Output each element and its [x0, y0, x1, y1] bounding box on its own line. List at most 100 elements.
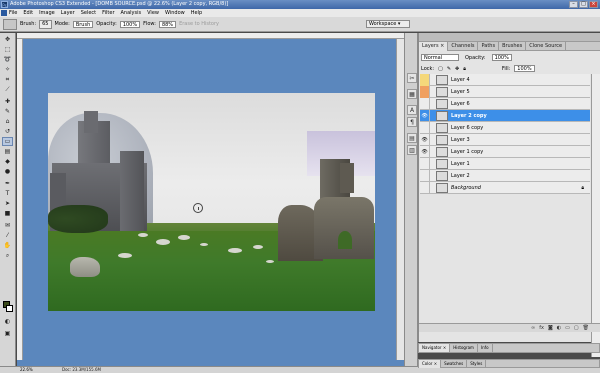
notes-tool-icon[interactable]: ✉: [2, 221, 13, 230]
workspace-button[interactable]: Workspace ▾: [366, 20, 410, 28]
clone-stamp-tool-icon[interactable]: ⌂: [2, 117, 13, 126]
history-brush-tool-icon[interactable]: ↺: [2, 127, 13, 136]
minimize-button[interactable]: –: [569, 1, 578, 8]
blend-mode-select[interactable]: Normal: [421, 54, 459, 61]
visibility-eye-icon[interactable]: 👁︎: [420, 133, 430, 146]
mode-select[interactable]: Brush: [72, 20, 94, 28]
layer-style-icon[interactable]: fx: [539, 325, 544, 331]
visibility-eye-icon[interactable]: 👁︎: [420, 109, 430, 122]
layer-row[interactable]: Layer 6 copy: [420, 121, 590, 134]
pen-tool-icon[interactable]: ✒: [2, 179, 13, 188]
link-layers-icon[interactable]: ∞: [531, 325, 535, 331]
move-tool-icon[interactable]: ✥: [2, 35, 13, 44]
visibility-eye-icon[interactable]: 👁︎: [420, 145, 430, 158]
magic-wand-tool-icon[interactable]: ✧: [2, 65, 13, 74]
layer-row[interactable]: Layer 5: [420, 85, 590, 98]
fill-field[interactable]: 100%: [514, 65, 535, 72]
tab-channels[interactable]: Channels: [448, 42, 479, 51]
lasso-tool-icon[interactable]: ➰: [2, 55, 13, 64]
visibility-eye-icon[interactable]: [420, 85, 430, 98]
lock-transparency-icon[interactable]: ▢: [438, 66, 443, 72]
layer-row[interactable]: Layer 4: [420, 73, 590, 86]
eraser-tool-icon[interactable]: ▭: [2, 137, 13, 146]
zoom-tool-icon[interactable]: ⌕: [2, 251, 13, 260]
canvas-image[interactable]: [48, 93, 375, 311]
type-tool-icon[interactable]: T: [2, 189, 13, 198]
dodge-tool-icon[interactable]: ●: [2, 167, 13, 176]
gradient-tool-icon[interactable]: ▤: [2, 147, 13, 156]
menu-image[interactable]: Image: [39, 10, 55, 16]
visibility-eye-icon[interactable]: [420, 169, 430, 182]
tab-brushes[interactable]: Brushes: [499, 42, 527, 51]
tab-styles[interactable]: Styles: [467, 360, 487, 368]
quick-mask-icon[interactable]: ◐: [2, 317, 13, 326]
tab-clone-source[interactable]: Clone Source: [526, 42, 567, 51]
opacity-field[interactable]: 100%: [119, 20, 141, 28]
menu-layer[interactable]: Layer: [61, 10, 75, 16]
maximize-button[interactable]: □: [579, 1, 588, 8]
menu-view[interactable]: View: [147, 10, 159, 16]
menu-select[interactable]: Select: [81, 10, 96, 16]
tab-swatches[interactable]: Swatches: [441, 360, 468, 368]
document-info[interactable]: Doc: 23.3M/155.6M: [62, 366, 122, 373]
path-selection-tool-icon[interactable]: ➤: [2, 199, 13, 208]
menu-filter[interactable]: Filter: [102, 10, 114, 16]
delete-layer-icon[interactable]: 🗑︎: [583, 325, 589, 331]
visibility-eye-icon[interactable]: [420, 73, 430, 86]
layer-row[interactable]: Layer 6: [420, 97, 590, 110]
slice-tool-icon[interactable]: ⟋: [2, 85, 13, 94]
layer-row[interactable]: 👁︎ Layer 1 copy: [420, 145, 590, 158]
menu-edit[interactable]: Edit: [23, 10, 33, 16]
new-group-icon[interactable]: ▭: [565, 325, 570, 331]
history-icon[interactable]: ▦: [407, 89, 417, 99]
zoom-level[interactable]: 22.6%: [20, 366, 33, 373]
layer-row[interactable]: Background 🔒︎: [420, 181, 590, 194]
lock-pixels-icon[interactable]: ✎: [447, 66, 451, 72]
paragraph-icon[interactable]: ¶: [407, 117, 417, 127]
screen-mode-icon[interactable]: ▣: [2, 329, 13, 338]
layer-row[interactable]: Layer 1: [420, 157, 590, 170]
character-icon[interactable]: A: [407, 105, 417, 115]
adjustment-layer-icon[interactable]: ◐: [557, 325, 561, 331]
eyedropper-tool-icon[interactable]: ⁄: [2, 231, 13, 240]
layers-scrollbar[interactable]: [591, 74, 600, 357]
lock-position-icon[interactable]: ✥: [455, 66, 459, 72]
close-button[interactable]: ×: [589, 1, 598, 8]
layer-opacity-field[interactable]: 100%: [491, 54, 512, 61]
tab-paths[interactable]: Paths: [478, 42, 500, 51]
layer-row[interactable]: 👁︎ Layer 2 copy: [420, 109, 590, 122]
layer-mask-icon[interactable]: ◙: [548, 325, 553, 331]
brush-tool-icon[interactable]: ✎: [2, 107, 13, 116]
flow-field[interactable]: 88%: [158, 20, 177, 28]
adjustments-icon[interactable]: ▥: [407, 145, 417, 155]
background-color-swatch[interactable]: [6, 305, 13, 312]
tab-navigator[interactable]: Navigator ×: [419, 344, 451, 352]
tool-presets-icon[interactable]: ✂: [407, 73, 417, 83]
menu-window[interactable]: Window: [165, 10, 185, 16]
tab-color[interactable]: Color ×: [419, 360, 442, 368]
app-menu-icon[interactable]: [1, 10, 7, 16]
lock-all-icon[interactable]: 🔒︎: [463, 66, 466, 72]
visibility-eye-icon[interactable]: [420, 157, 430, 170]
healing-brush-tool-icon[interactable]: ✚: [2, 97, 13, 106]
tab-histogram[interactable]: Histogram: [450, 344, 478, 352]
visibility-eye-icon[interactable]: [420, 121, 430, 134]
hand-tool-icon[interactable]: ✋: [2, 241, 13, 250]
layer-row[interactable]: Layer 2: [420, 169, 590, 182]
menu-analysis[interactable]: Analysis: [121, 10, 142, 16]
actions-icon[interactable]: ▤: [407, 133, 417, 143]
menu-file[interactable]: File: [9, 10, 17, 16]
crop-tool-icon[interactable]: ⌗: [2, 75, 13, 84]
tab-info[interactable]: Info: [478, 344, 493, 352]
visibility-eye-icon[interactable]: [420, 181, 430, 194]
shape-tool-icon[interactable]: ■: [2, 209, 13, 218]
blur-tool-icon[interactable]: ◆: [2, 157, 13, 166]
marquee-tool-icon[interactable]: ⬚: [2, 45, 13, 54]
layer-row[interactable]: 👁︎ Layer 3: [420, 133, 590, 146]
menu-help[interactable]: Help: [191, 10, 202, 16]
vertical-scrollbar[interactable]: [396, 39, 404, 360]
brush-picker[interactable]: 65: [39, 19, 52, 29]
new-layer-icon[interactable]: ▢: [574, 325, 579, 331]
tool-preset-picker[interactable]: [3, 18, 17, 30]
tab-layers[interactable]: Layers ×: [419, 42, 449, 51]
